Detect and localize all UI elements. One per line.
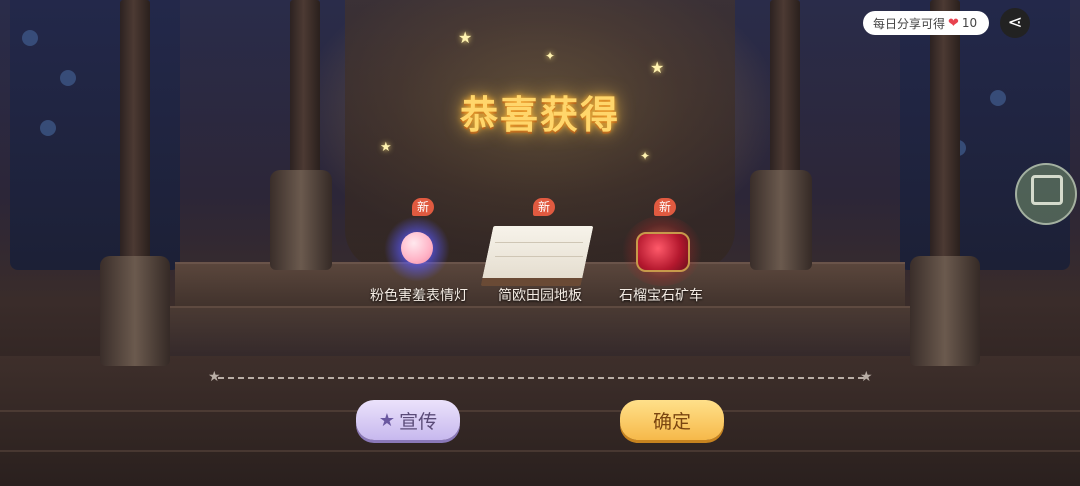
- new-badge: 新: [533, 198, 555, 216]
- vase: [270, 170, 332, 270]
- confirm-button-label: 确定: [652, 410, 691, 433]
- divider-star-icon: ★: [860, 369, 873, 385]
- vase: [910, 256, 980, 366]
- floor-line: [0, 410, 1080, 412]
- heart-icon: ❤: [948, 15, 959, 31]
- vine-flower: [40, 120, 56, 136]
- reward-popup-scene: ★ ★ ★ ✦ ✦ 恭喜获得 新 粉色害羞表情灯 新 简欧田园地板 新 石榴宝石…: [0, 0, 1080, 486]
- vase: [100, 256, 170, 366]
- vine-flower: [990, 90, 1006, 106]
- floor-line: [0, 450, 1080, 452]
- reward-title: 恭喜获得: [459, 93, 620, 137]
- pink-shy-face-lamp-icon: [401, 232, 433, 264]
- new-badge: 新: [412, 198, 434, 216]
- right-window: [900, 0, 1070, 270]
- share-button[interactable]: ★ 宣传: [356, 400, 460, 440]
- sparkle-star-icon: ★: [380, 140, 392, 155]
- dashed-divider: [218, 377, 864, 379]
- new-badge: 新: [654, 198, 676, 216]
- sparkle-star-icon: ✦: [545, 49, 556, 63]
- pillar: [930, 0, 960, 300]
- sparkle-star-icon: ★: [458, 28, 473, 47]
- sparkle-star-icon: ★: [650, 58, 665, 77]
- garnet-gem-minecart-icon: [636, 232, 690, 272]
- vase: [750, 170, 812, 270]
- daily-share-reward[interactable]: 每日分享可得 ❤ 10: [863, 11, 989, 35]
- book-logo-shape: [1031, 175, 1063, 205]
- pillar: [120, 0, 150, 300]
- daily-share-amount: 10: [961, 16, 978, 30]
- daily-share-text: 每日分享可得: [873, 16, 946, 31]
- share-icon[interactable]: ⋖: [1000, 8, 1030, 38]
- confirm-button[interactable]: 确定: [620, 400, 724, 440]
- floor-plank-line: [494, 256, 584, 257]
- share-button-label: 宣传: [399, 410, 438, 433]
- floor-plank-line: [494, 242, 584, 243]
- reward-item-name: 石榴宝石矿车: [619, 288, 703, 304]
- vine-flower: [60, 70, 76, 86]
- vine-flower: [22, 30, 38, 46]
- divider-star-icon: ★: [208, 369, 221, 385]
- star-icon: ★: [378, 409, 396, 431]
- sparkle-star-icon: ✦: [640, 149, 651, 163]
- reward-item[interactable]: 新 石榴宝石矿车: [586, 196, 736, 316]
- floor: [0, 356, 1080, 486]
- watermark-logo-icon: [1015, 163, 1077, 225]
